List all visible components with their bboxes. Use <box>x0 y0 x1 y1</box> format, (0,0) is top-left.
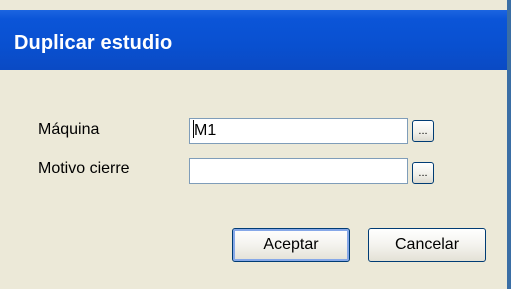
reason-label: Motivo cierre <box>38 160 130 177</box>
reason-browse-button[interactable]: ... <box>412 162 434 184</box>
machine-browse-button[interactable]: ... <box>412 120 434 142</box>
machine-label: Máquina <box>38 121 100 138</box>
title-bar[interactable]: Duplicar estudio <box>0 10 507 70</box>
machine-input[interactable]: M1 <box>189 118 408 144</box>
cancel-button[interactable]: Cancelar <box>368 228 486 262</box>
machine-input-value: M1 <box>194 122 217 139</box>
reason-input[interactable] <box>189 158 408 184</box>
dialog-title: Duplicar estudio <box>14 32 173 54</box>
duplicate-study-dialog: Duplicar estudio Máquina M1 ... Motivo c… <box>0 0 511 289</box>
accept-button[interactable]: Aceptar <box>232 228 350 262</box>
